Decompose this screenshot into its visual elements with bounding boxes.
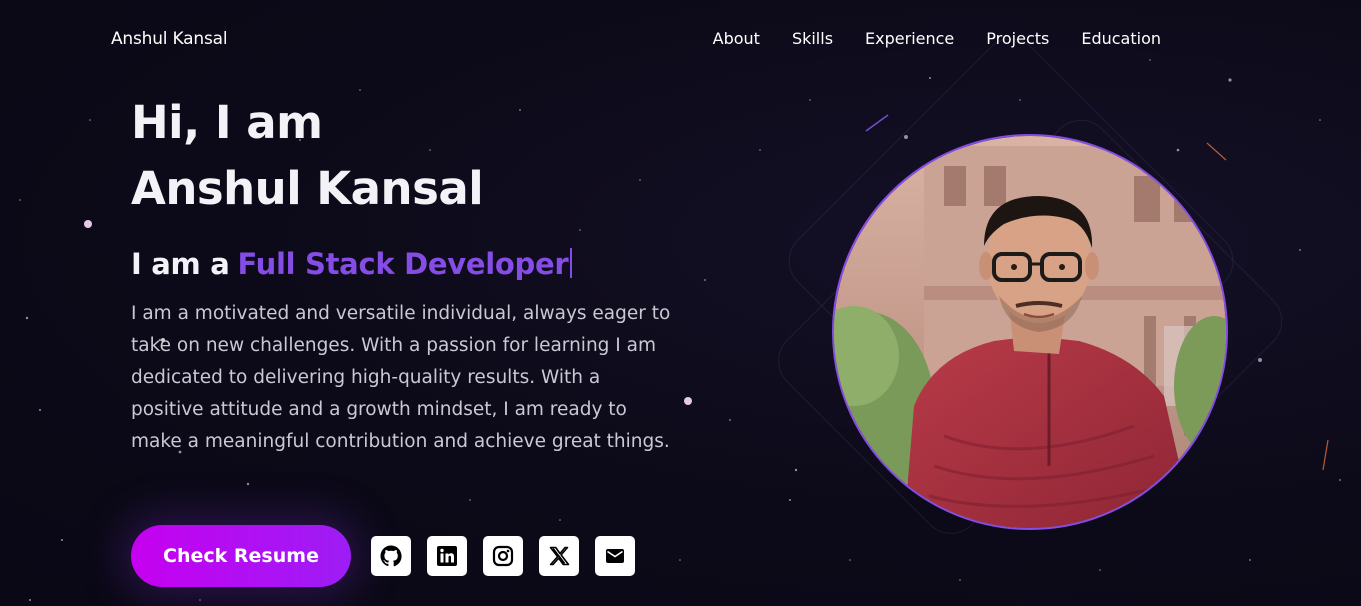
hero-greeting: Hi, I am [131, 96, 323, 149]
nav-link-skills[interactable]: Skills [792, 29, 833, 48]
top-navigation: Anshul Kansal About Skills Experience Pr… [0, 0, 1361, 80]
hero-bio: I am a motivated and versatile individua… [131, 303, 671, 452]
github-icon [380, 545, 402, 567]
nav-link-about[interactable]: About [713, 29, 760, 48]
nav-links: About Skills Experience Projects Educati… [681, 29, 1161, 48]
email-link[interactable] [595, 536, 635, 576]
github-link[interactable] [371, 536, 411, 576]
x-icon [549, 546, 570, 566]
role-typewriter-text: Full Stack Developer [237, 247, 569, 281]
x-link[interactable] [539, 536, 579, 576]
hero-name: Anshul Kansal [131, 162, 484, 215]
page: Anshul Kansal About Skills Experience Pr… [0, 0, 1361, 606]
profile-photo-illustration [834, 136, 1226, 528]
hero-section: Hi, I am Anshul Kansal I am a Full Stack … [131, 92, 691, 458]
typing-cursor [570, 248, 573, 278]
instagram-link[interactable] [483, 536, 523, 576]
nav-link-education[interactable]: Education [1081, 29, 1161, 48]
mail-icon [606, 549, 624, 563]
linkedin-link[interactable] [427, 536, 467, 576]
profile-photo [832, 134, 1228, 530]
linkedin-icon [437, 546, 457, 566]
check-resume-button[interactable]: Check Resume [131, 525, 351, 587]
nav-link-projects[interactable]: Projects [986, 29, 1049, 48]
hero-role-line: I am a Full Stack Developer [131, 244, 691, 284]
instagram-icon [492, 545, 514, 567]
role-prefix: I am a [131, 247, 230, 281]
nav-link-experience[interactable]: Experience [865, 29, 954, 48]
social-links [371, 536, 651, 576]
brand-name[interactable]: Anshul Kansal [111, 29, 228, 49]
